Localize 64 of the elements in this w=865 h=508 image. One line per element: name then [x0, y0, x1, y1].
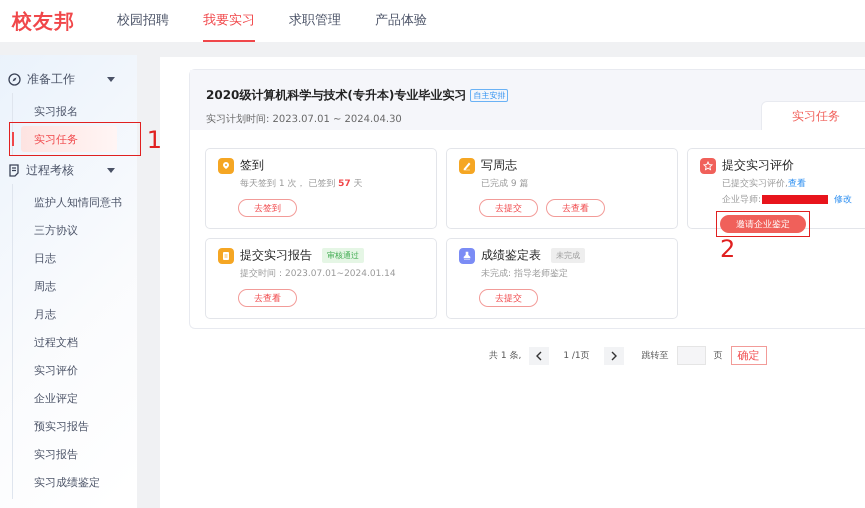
task-info: 已提交实习评价,: [722, 178, 788, 190]
compass-icon: [8, 72, 21, 86]
chevron-right-icon: [610, 350, 618, 360]
nav-tab[interactable]: 产品体验: [375, 0, 427, 42]
task-title: 提交实习评价: [722, 157, 794, 174]
sidebar-group[interactable]: 准备工作: [0, 65, 137, 93]
document-icon: [221, 250, 231, 260]
selection-marker: [12, 132, 14, 146]
sidebar-item[interactable]: 实习报名: [13, 98, 137, 124]
star-icon: [703, 160, 713, 170]
task-title: 提交实习报告: [240, 247, 312, 264]
task-info: 已完成 9 篇: [481, 178, 528, 190]
sidebar-item[interactable]: 预实习报告: [13, 413, 137, 439]
internship-title: 2020级计算机科学与技术(专升本)专业毕业实习: [206, 87, 466, 104]
action-button[interactable]: 去查看: [546, 199, 605, 217]
nav-tab[interactable]: 求职管理: [289, 0, 341, 42]
action-button[interactable]: 去签到: [238, 199, 297, 217]
sidebar-group[interactable]: 过程考核: [0, 156, 137, 184]
task-title: 签到: [240, 157, 264, 174]
annotation-number: 2: [720, 237, 736, 261]
annotation-number: 1: [146, 128, 162, 152]
logo: 校友邦: [12, 8, 75, 34]
page-input[interactable]: [676, 346, 706, 365]
caret-icon: [107, 168, 115, 172]
sidebar-item[interactable]: 实习成绩鉴定: [13, 469, 137, 495]
pen-icon: [462, 160, 472, 170]
document-icon: [8, 164, 20, 176]
confirm-button[interactable]: 确定: [730, 346, 767, 365]
sidebar-item[interactable]: 日志: [13, 245, 137, 271]
nav-tab[interactable]: 我要实习: [203, 0, 255, 42]
page-indicator: 1 /1页: [563, 350, 590, 362]
sidebar-item[interactable]: 三方协议: [13, 217, 137, 243]
action-button[interactable]: 去查看: [238, 289, 297, 307]
caret-icon: [107, 76, 115, 82]
plan-period: 实习计划时间: 2023.07.01 ~ 2024.04.30: [206, 112, 402, 126]
link[interactable]: 修改: [834, 193, 852, 206]
total-count: 共 1 条,: [489, 350, 522, 362]
sidebar-item[interactable]: 周志: [13, 273, 137, 299]
task-title: 成绩鉴定表: [481, 247, 541, 264]
action-button[interactable]: 去提交: [479, 199, 538, 217]
task-info: 每天签到 1 次， 已签到 57 天: [240, 178, 363, 190]
link[interactable]: 查看: [788, 177, 806, 190]
nav-tab[interactable]: 校园招聘: [117, 0, 169, 42]
sidebar-item[interactable]: 实习评价: [13, 357, 137, 383]
task-info: 企业导师:: [722, 194, 762, 206]
sidebar-item[interactable]: 企业评定: [13, 385, 137, 411]
action-button[interactable]: 去提交: [479, 289, 538, 307]
jump-label: 跳转至: [642, 350, 669, 362]
chevron-left-icon: [535, 350, 544, 360]
next-page-button[interactable]: [604, 346, 624, 364]
location-pin-icon: [221, 160, 231, 170]
status-badge: 未完成: [551, 248, 585, 263]
sidebar-item[interactable]: 监护人知情同意书: [13, 189, 137, 215]
sidebar-item[interactable]: 月志: [13, 301, 137, 327]
status-badge: 审核通过: [322, 248, 364, 263]
previous-page-button[interactable]: [529, 346, 550, 364]
task-info: 提交时间：2023.07.01~2024.01.14: [240, 268, 396, 280]
stamp-icon: [462, 250, 472, 260]
sidebar-item[interactable]: 实习报告: [13, 441, 137, 467]
task-info: 未完成: 指导老师鉴定: [481, 268, 568, 280]
sidebar-item[interactable]: 过程文档: [13, 329, 137, 355]
task-title: 写周志: [481, 157, 517, 174]
tag: 自主安排: [470, 89, 508, 102]
page-unit: 页: [714, 350, 723, 362]
